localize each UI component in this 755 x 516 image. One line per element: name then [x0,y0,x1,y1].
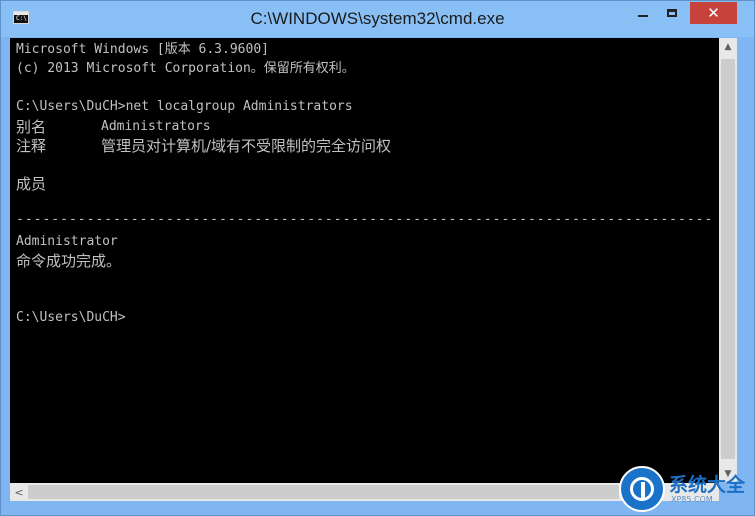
title-bar[interactable]: C:\ C:\WINDOWS\system32\cmd.exe ✕ [1,1,754,37]
site-watermark: 系统大全 XP85.COM [619,466,755,516]
close-icon: ✕ [707,4,720,22]
console-output[interactable]: Microsoft Windows [版本 6.3.9600] (c) 2013… [10,38,719,483]
vertical-scroll-thumb[interactable] [721,59,735,459]
comment-label: 注释 [16,137,47,155]
horizontal-scrollbar[interactable]: < > [10,483,719,501]
scroll-left-icon[interactable]: < [10,483,28,501]
maximize-button[interactable] [658,2,686,24]
cmd-window: C:\ C:\WINDOWS\system32\cmd.exe ✕ Micros… [0,0,755,516]
member-name: Administrator [16,234,118,249]
command-prompt[interactable]: C:\Users\DuCH> [16,309,126,327]
vertical-scrollbar[interactable]: ▲ ▼ [719,38,737,483]
header-line-version: Microsoft Windows [版本 6.3.9600] [16,42,269,57]
watermark-logo-icon [619,466,665,512]
alias-value: Administrators [101,119,211,134]
horizontal-scroll-thumb[interactable] [28,485,619,499]
result-message: 命令成功完成。 [16,252,122,270]
minimize-button[interactable] [629,2,657,24]
header-line-copyright: (c) 2013 Microsoft Corporation。保留所有权利。 [16,61,355,76]
close-button[interactable]: ✕ [690,2,737,24]
comment-value: 管理员对计算机/域有不受限制的完全访问权 [101,137,392,155]
scroll-up-icon[interactable]: ▲ [719,38,737,56]
minimize-icon [638,15,648,17]
members-label: 成员 [16,175,47,193]
maximize-icon [667,9,677,17]
watermark-text: 系统大全 [669,474,746,496]
watermark-url: XP85.COM [671,495,713,504]
separator-line: ----------------------------------------… [16,212,714,227]
command-line: C:\Users\DuCH>net localgroup Administrat… [16,99,353,114]
alias-label: 别名 [16,118,47,136]
